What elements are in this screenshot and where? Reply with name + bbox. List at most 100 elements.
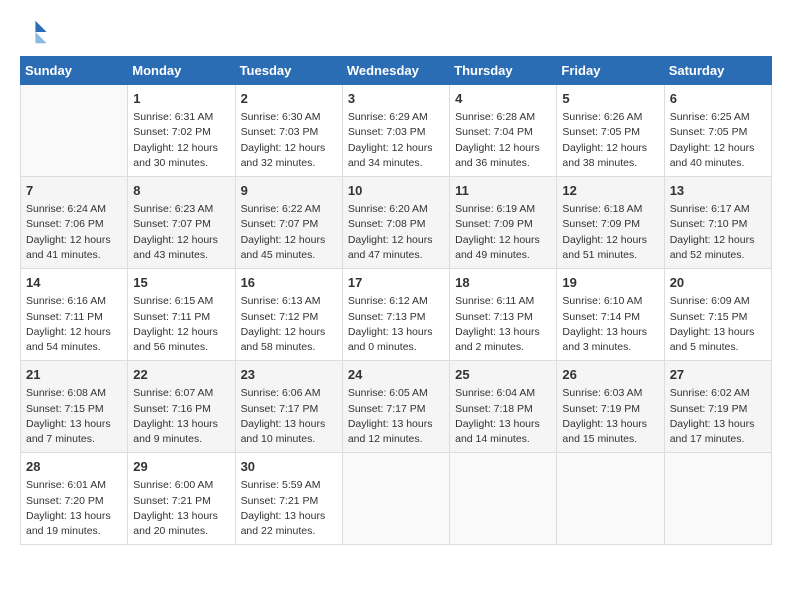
day-info: Sunrise: 6:00 AM Sunset: 7:21 PM Dayligh… bbox=[133, 478, 229, 539]
calendar-cell: 5Sunrise: 6:26 AM Sunset: 7:05 PM Daylig… bbox=[557, 85, 664, 177]
calendar-table: SundayMondayTuesdayWednesdayThursdayFrid… bbox=[20, 56, 772, 545]
calendar-cell: 27 Sunrise: 6:02 AM Sunset: 7:19 PM Dayli… bbox=[664, 361, 771, 453]
day-number: 20 bbox=[670, 274, 766, 292]
day-info: Sunrise: 6:26 AM Sunset: 7:05 PM Dayligh… bbox=[562, 110, 658, 171]
calendar-cell: 28 Sunrise: 6:01 AM Sunset: 7:20 PM Dayli… bbox=[21, 453, 128, 545]
calendar-cell: 18 Sunrise: 6:11 AM Sunset: 7:13 PM Dayli… bbox=[450, 269, 557, 361]
day-number: 27 bbox=[670, 366, 766, 384]
column-header-sunday: Sunday bbox=[21, 57, 128, 85]
day-number: 26 bbox=[562, 366, 658, 384]
calendar-cell bbox=[557, 453, 664, 545]
day-info: Sunrise: 6:03 AM Sunset: 7:19 PM Dayligh… bbox=[562, 386, 658, 447]
day-number: 14 bbox=[26, 274, 122, 292]
day-info: Sunrise: 6:23 AM Sunset: 7:07 PM Dayligh… bbox=[133, 202, 229, 263]
calendar-cell: 19 Sunrise: 6:10 AM Sunset: 7:14 PM Dayli… bbox=[557, 269, 664, 361]
day-info: Sunrise: 6:18 AM Sunset: 7:09 PM Dayligh… bbox=[562, 202, 658, 263]
day-info: Sunrise: 6:05 AM Sunset: 7:17 PM Dayligh… bbox=[348, 386, 444, 447]
day-info: Sunrise: 6:06 AM Sunset: 7:17 PM Dayligh… bbox=[241, 386, 337, 447]
column-header-monday: Monday bbox=[128, 57, 235, 85]
day-number: 2 bbox=[241, 90, 337, 108]
day-info: Sunrise: 6:10 AM Sunset: 7:14 PM Dayligh… bbox=[562, 294, 658, 355]
day-info: Sunrise: 6:11 AM Sunset: 7:13 PM Dayligh… bbox=[455, 294, 551, 355]
calendar-cell: 7Sunrise: 6:24 AM Sunset: 7:06 PM Daylig… bbox=[21, 177, 128, 269]
day-number: 6 bbox=[670, 90, 766, 108]
calendar-cell: 8 Sunrise: 6:23 AM Sunset: 7:07 PM Daylig… bbox=[128, 177, 235, 269]
day-number: 28 bbox=[26, 458, 122, 476]
day-number: 15 bbox=[133, 274, 229, 292]
column-header-saturday: Saturday bbox=[664, 57, 771, 85]
calendar-week-1: 1Sunrise: 6:31 AM Sunset: 7:02 PM Daylig… bbox=[21, 85, 772, 177]
calendar-week-5: 28 Sunrise: 6:01 AM Sunset: 7:20 PM Dayli… bbox=[21, 453, 772, 545]
day-info: Sunrise: 6:28 AM Sunset: 7:04 PM Dayligh… bbox=[455, 110, 551, 171]
header bbox=[20, 18, 772, 46]
calendar-cell: 3Sunrise: 6:29 AM Sunset: 7:03 PM Daylig… bbox=[342, 85, 449, 177]
day-number: 4 bbox=[455, 90, 551, 108]
day-info: Sunrise: 6:09 AM Sunset: 7:15 PM Dayligh… bbox=[670, 294, 766, 355]
calendar-cell: 1Sunrise: 6:31 AM Sunset: 7:02 PM Daylig… bbox=[128, 85, 235, 177]
calendar-week-3: 14 Sunrise: 6:16 AM Sunset: 7:11 PM Dayli… bbox=[21, 269, 772, 361]
day-info: Sunrise: 6:02 AM Sunset: 7:19 PM Dayligh… bbox=[670, 386, 766, 447]
calendar-cell bbox=[21, 85, 128, 177]
day-info: Sunrise: 6:31 AM Sunset: 7:02 PM Dayligh… bbox=[133, 110, 229, 171]
day-number: 30 bbox=[241, 458, 337, 476]
calendar-cell: 2 Sunrise: 6:30 AM Sunset: 7:03 PM Daylig… bbox=[235, 85, 342, 177]
calendar-cell: 22 Sunrise: 6:07 AM Sunset: 7:16 PM Dayli… bbox=[128, 361, 235, 453]
calendar-cell: 10 Sunrise: 6:20 AM Sunset: 7:08 PM Dayli… bbox=[342, 177, 449, 269]
calendar-cell: 6 Sunrise: 6:25 AM Sunset: 7:05 PM Daylig… bbox=[664, 85, 771, 177]
logo bbox=[20, 18, 52, 46]
day-number: 13 bbox=[670, 182, 766, 200]
day-info: Sunrise: 6:13 AM Sunset: 7:12 PM Dayligh… bbox=[241, 294, 337, 355]
day-info: Sunrise: 6:07 AM Sunset: 7:16 PM Dayligh… bbox=[133, 386, 229, 447]
calendar-cell: 14 Sunrise: 6:16 AM Sunset: 7:11 PM Dayli… bbox=[21, 269, 128, 361]
day-info: Sunrise: 6:29 AM Sunset: 7:03 PM Dayligh… bbox=[348, 110, 444, 171]
calendar-week-2: 7Sunrise: 6:24 AM Sunset: 7:06 PM Daylig… bbox=[21, 177, 772, 269]
column-header-thursday: Thursday bbox=[450, 57, 557, 85]
day-number: 29 bbox=[133, 458, 229, 476]
day-info: Sunrise: 6:22 AM Sunset: 7:07 PM Dayligh… bbox=[241, 202, 337, 263]
day-number: 25 bbox=[455, 366, 551, 384]
calendar-cell bbox=[664, 453, 771, 545]
calendar-cell: 15Sunrise: 6:15 AM Sunset: 7:11 PM Dayli… bbox=[128, 269, 235, 361]
day-number: 11 bbox=[455, 182, 551, 200]
calendar-cell: 16Sunrise: 6:13 AM Sunset: 7:12 PM Dayli… bbox=[235, 269, 342, 361]
day-number: 9 bbox=[241, 182, 337, 200]
calendar-cell: 21 Sunrise: 6:08 AM Sunset: 7:15 PM Dayli… bbox=[21, 361, 128, 453]
header-row: SundayMondayTuesdayWednesdayThursdayFrid… bbox=[21, 57, 772, 85]
day-number: 21 bbox=[26, 366, 122, 384]
day-number: 22 bbox=[133, 366, 229, 384]
calendar-cell: 30 Sunrise: 5:59 AM Sunset: 7:21 PM Dayli… bbox=[235, 453, 342, 545]
day-number: 8 bbox=[133, 182, 229, 200]
day-number: 23 bbox=[241, 366, 337, 384]
calendar-cell: 11Sunrise: 6:19 AM Sunset: 7:09 PM Dayli… bbox=[450, 177, 557, 269]
column-header-tuesday: Tuesday bbox=[235, 57, 342, 85]
day-info: Sunrise: 6:08 AM Sunset: 7:15 PM Dayligh… bbox=[26, 386, 122, 447]
day-number: 10 bbox=[348, 182, 444, 200]
day-info: Sunrise: 6:04 AM Sunset: 7:18 PM Dayligh… bbox=[455, 386, 551, 447]
day-info: Sunrise: 6:20 AM Sunset: 7:08 PM Dayligh… bbox=[348, 202, 444, 263]
column-header-friday: Friday bbox=[557, 57, 664, 85]
calendar-cell: 4 Sunrise: 6:28 AM Sunset: 7:04 PM Daylig… bbox=[450, 85, 557, 177]
calendar-cell bbox=[450, 453, 557, 545]
day-info: Sunrise: 6:01 AM Sunset: 7:20 PM Dayligh… bbox=[26, 478, 122, 539]
calendar-cell: 24 Sunrise: 6:05 AM Sunset: 7:17 PM Dayli… bbox=[342, 361, 449, 453]
column-header-wednesday: Wednesday bbox=[342, 57, 449, 85]
day-info: Sunrise: 6:12 AM Sunset: 7:13 PM Dayligh… bbox=[348, 294, 444, 355]
calendar-cell: 23 Sunrise: 6:06 AM Sunset: 7:17 PM Dayli… bbox=[235, 361, 342, 453]
day-number: 18 bbox=[455, 274, 551, 292]
day-info: Sunrise: 5:59 AM Sunset: 7:21 PM Dayligh… bbox=[241, 478, 337, 539]
day-number: 24 bbox=[348, 366, 444, 384]
day-info: Sunrise: 6:30 AM Sunset: 7:03 PM Dayligh… bbox=[241, 110, 337, 171]
calendar-cell: 26 Sunrise: 6:03 AM Sunset: 7:19 PM Dayli… bbox=[557, 361, 664, 453]
day-info: Sunrise: 6:16 AM Sunset: 7:11 PM Dayligh… bbox=[26, 294, 122, 355]
calendar-body: 1Sunrise: 6:31 AM Sunset: 7:02 PM Daylig… bbox=[21, 85, 772, 545]
calendar-week-4: 21 Sunrise: 6:08 AM Sunset: 7:15 PM Dayli… bbox=[21, 361, 772, 453]
day-info: Sunrise: 6:25 AM Sunset: 7:05 PM Dayligh… bbox=[670, 110, 766, 171]
day-number: 19 bbox=[562, 274, 658, 292]
logo-icon bbox=[20, 18, 48, 46]
page: SundayMondayTuesdayWednesdayThursdayFrid… bbox=[0, 0, 792, 612]
calendar-cell bbox=[342, 453, 449, 545]
calendar-cell: 9 Sunrise: 6:22 AM Sunset: 7:07 PM Daylig… bbox=[235, 177, 342, 269]
day-info: Sunrise: 6:24 AM Sunset: 7:06 PM Dayligh… bbox=[26, 202, 122, 263]
calendar-cell: 12Sunrise: 6:18 AM Sunset: 7:09 PM Dayli… bbox=[557, 177, 664, 269]
day-number: 17 bbox=[348, 274, 444, 292]
